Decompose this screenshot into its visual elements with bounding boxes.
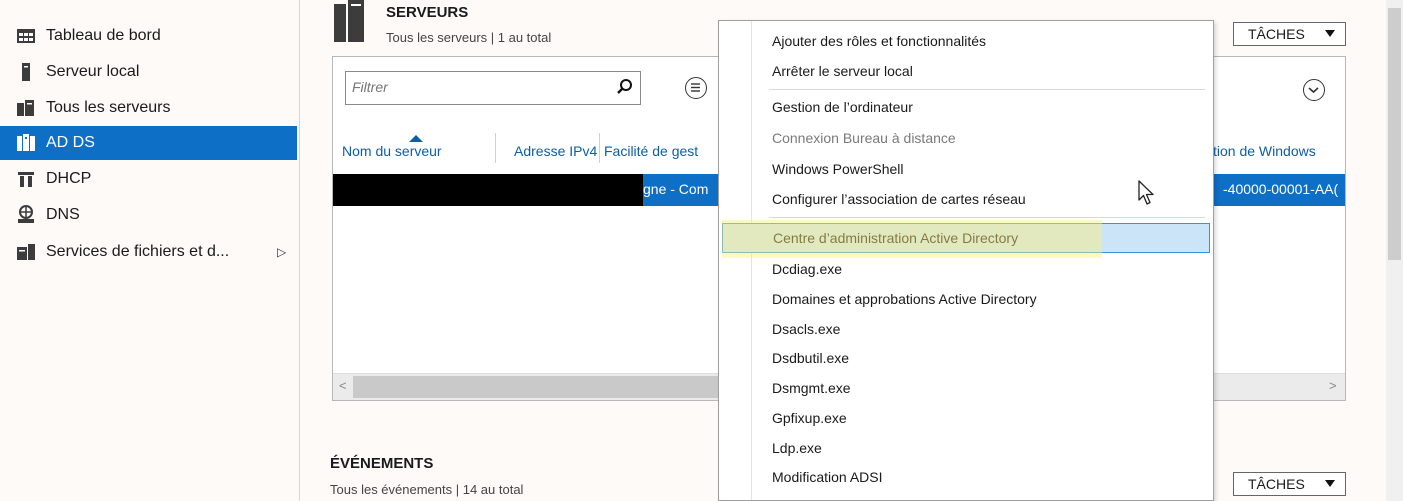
sidebar-item-label: Tous les serveurs [46,99,171,116]
all-servers-icon [16,98,36,118]
redacted-server-name [333,174,643,206]
menu-item-dcdiag[interactable]: Dcdiag.exe [722,255,1210,283]
column-header-ipv4[interactable]: Adresse IPv4 [514,143,597,159]
sidebar-item-dns[interactable]: DNS [0,198,297,232]
column-header-windows-activation[interactable]: tion de Windows [1213,143,1316,159]
sidebar-item-label: DNS [46,206,80,223]
servers-title: SERVEURS [386,4,469,21]
menu-separator [769,89,1205,90]
menu-item-windows-powershell[interactable]: Windows PowerShell [722,155,1210,183]
local-server-icon [16,62,36,82]
menu-item-ldp[interactable]: Ldp.exe [722,434,1210,462]
dashboard-icon [16,26,36,46]
sidebar: Tableau de bord Serveur local Tous les s… [0,0,300,501]
dhcp-icon [16,169,36,189]
servers-section-icon [332,0,372,46]
sidebar-item-label: Serveur local [46,63,140,80]
scroll-left-icon[interactable]: < [339,378,347,393]
row-cell-manageability: gne - Com [643,181,709,197]
menu-item-ad-domains-trusts[interactable]: Domaines et approbations Active Director… [722,285,1210,313]
events-title: ÉVÉNEMENTS [330,455,434,472]
expand-arrow-icon[interactable]: ▷ [277,245,286,259]
events-subtitle: Tous les événements | 14 au total [330,482,524,497]
column-header-server-name[interactable]: Nom du serveur [342,143,442,159]
sidebar-item-ad-ds[interactable]: AD DS [0,126,297,160]
sidebar-item-label: Services de fichiers et d... [46,243,230,260]
menu-item-nic-teaming[interactable]: Configurer l’association de cartes résea… [722,185,1210,213]
menu-item-adsi-edit[interactable]: Modification ADSI [722,463,1210,491]
servers-tasks-button[interactable]: TÂCHES [1233,22,1346,46]
server-manager-window: Tableau de bord Serveur local Tous les s… [0,0,1403,501]
chevron-down-icon [1325,30,1335,37]
ad-ds-icon [16,133,36,153]
tools-context-menu: Ajouter des rôles et fonctionnalités Arr… [718,20,1214,501]
sidebar-item-label: Tableau de bord [46,27,161,44]
sidebar-item-all-servers[interactable]: Tous les serveurs [0,91,297,125]
menu-item-remote-desktop[interactable]: Connexion Bureau à distance [722,124,1210,152]
expand-panel-button[interactable] [1303,79,1325,101]
chevron-down-icon [1325,480,1335,487]
menu-item-dsmgmt[interactable]: Dsmgmt.exe [722,374,1210,402]
events-tasks-button[interactable]: TÂCHES [1233,472,1346,496]
dns-icon [16,205,36,225]
chevron-down-icon [1308,87,1319,94]
menu-item-ad-admin-center[interactable]: Centre d’administration Active Directory [722,223,1210,253]
tasks-label: TÂCHES [1248,476,1305,492]
servers-subtitle: Tous les serveurs | 1 au total [386,30,552,45]
menu-item-gpfixup[interactable]: Gpfixup.exe [722,404,1210,432]
list-icon [691,83,700,92]
menu-item-shutdown-local-server[interactable]: Arrêter le serveur local [722,57,1210,85]
filter-field[interactable] [345,71,641,105]
scroll-right-icon[interactable]: > [1329,378,1337,393]
sidebar-item-dashboard[interactable]: Tableau de bord [0,19,297,53]
column-header-manageability[interactable]: Facilité de gest [604,143,698,159]
mouse-cursor-icon [1138,180,1154,205]
menu-item-computer-management[interactable]: Gestion de l’ordinateur [722,93,1210,121]
vertical-scrollbar[interactable] [1386,0,1403,501]
filter-input[interactable] [352,72,602,102]
tasks-label: TÂCHES [1248,26,1305,42]
menu-item-dsacls[interactable]: Dsacls.exe [722,315,1210,343]
column-separator[interactable] [495,133,496,163]
sidebar-item-dhcp[interactable]: DHCP [0,162,297,196]
sidebar-item-local-server[interactable]: Serveur local [0,55,297,89]
sort-ascending-icon [409,135,423,142]
sidebar-item-file-services[interactable]: Services de fichiers et d... ▷ [0,235,297,269]
sidebar-item-label: AD DS [46,134,95,151]
sidebar-item-label: DHCP [46,170,92,187]
file-services-icon [16,242,36,262]
menu-item-add-roles[interactable]: Ajouter des rôles et fonctionnalités [722,27,1210,55]
column-separator[interactable] [599,133,600,163]
list-options-button[interactable] [685,77,707,99]
search-icon[interactable] [616,78,634,96]
menu-separator [769,217,1205,218]
row-cell-activation: -40000-00001-AA( [1223,181,1339,197]
menu-item-dsdbutil[interactable]: Dsdbutil.exe [722,344,1210,372]
scrollbar-thumb[interactable] [1388,8,1401,260]
